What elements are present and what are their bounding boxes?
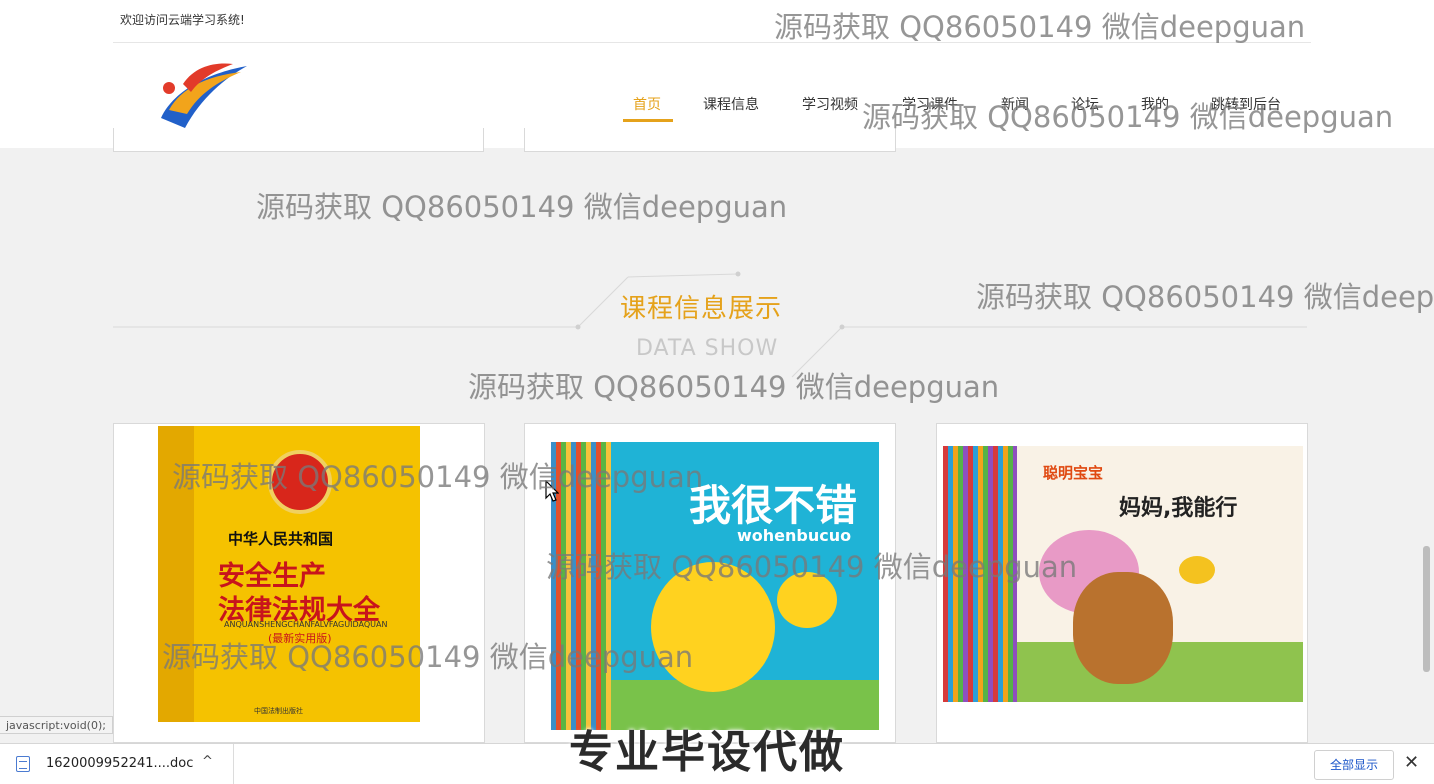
nav-item-admin[interactable]: 跳转到后台 [1211, 94, 1281, 114]
section-title: 课程信息展示 [620, 294, 783, 324]
close-icon[interactable]: ✕ [1404, 752, 1419, 773]
bear-illustration [1073, 572, 1173, 684]
nav-item-mine[interactable]: 我的 [1141, 94, 1169, 114]
course-card[interactable]: 我很不错 wohenbucuo [524, 423, 896, 743]
national-emblem-icon [268, 450, 332, 514]
cover-text: (最新实用版) [268, 632, 332, 645]
status-bar-url: javascript:void(0); [0, 716, 113, 734]
divider [233, 744, 234, 784]
cover-text: 中华人民共和国 [228, 530, 334, 548]
duck-illustration [651, 562, 775, 692]
cover-text: 妈妈,我能行 [1119, 496, 1238, 521]
cover-text: 我很不错 [689, 481, 858, 530]
cover-text: 中国法制出版社 [254, 707, 303, 715]
section-subtitle: DATA SHOW [636, 336, 779, 361]
nav-item-courseware[interactable]: 学习课件 [902, 94, 958, 114]
card-bottom [524, 128, 896, 152]
show-all-button[interactable]: 全部显示 [1314, 750, 1394, 780]
mouse-cursor-icon [545, 480, 559, 502]
nav-item-course-info[interactable]: 课程信息 [703, 94, 759, 114]
cover-text: wohenbucuo [737, 526, 852, 545]
card-bottom [113, 128, 484, 152]
bee-illustration [1179, 556, 1215, 584]
watermark-text: 源码获取 QQ86050149 微信deepguan [256, 190, 788, 224]
duckling-illustration [777, 572, 837, 628]
watermark-text: 源码获取 QQ86050149 微信deepguan [976, 280, 1434, 314]
cover-text: ANQUANSHENGCHANFALVFAGUIDAQUAN [224, 620, 388, 629]
site-header: 欢迎访问云端学习系统! 首页 课程信息 学习视频 学习课件 新闻 论坛 我的 跳… [0, 0, 1434, 148]
header-divider [113, 42, 1311, 43]
course-cover-image[interactable]: 我很不错 wohenbucuo [551, 442, 879, 730]
chevron-up-icon[interactable]: ^ [202, 754, 213, 769]
book-spines [943, 446, 1017, 702]
page-scrollbar[interactable] [1423, 546, 1430, 672]
promo-overlay-text: 专业毕设代做 [569, 727, 845, 778]
nav-item-home[interactable]: 首页 [633, 94, 661, 114]
watermark-text: 源码获取 QQ86050149 微信deepguan [468, 370, 1000, 404]
course-cover-image[interactable]: 聪明宝宝 妈妈,我能行 [943, 446, 1303, 702]
book-spines [551, 442, 611, 730]
welcome-text: 欢迎访问云端学习系统! [120, 13, 245, 27]
book-spine [158, 426, 194, 722]
download-file-name[interactable]: 1620009952241....doc [46, 756, 193, 771]
course-card[interactable]: 聪明宝宝 妈妈,我能行 [936, 423, 1308, 743]
site-logo[interactable] [155, 58, 251, 134]
cover-text: 聪明宝宝 [1043, 464, 1104, 482]
nav-item-forum[interactable]: 论坛 [1071, 94, 1099, 114]
nav-item-study-videos[interactable]: 学习视频 [802, 94, 858, 114]
course-cover-image[interactable]: 中华人民共和国 安全生产 法律法规大全 ANQUANSHENGCHANFALVF… [158, 426, 420, 722]
course-card[interactable]: 中华人民共和国 安全生产 法律法规大全 ANQUANSHENGCHANFALVF… [113, 423, 485, 743]
nav-item-news[interactable]: 新闻 [1001, 94, 1029, 114]
nav-active-indicator [623, 119, 673, 122]
document-icon [16, 756, 30, 772]
